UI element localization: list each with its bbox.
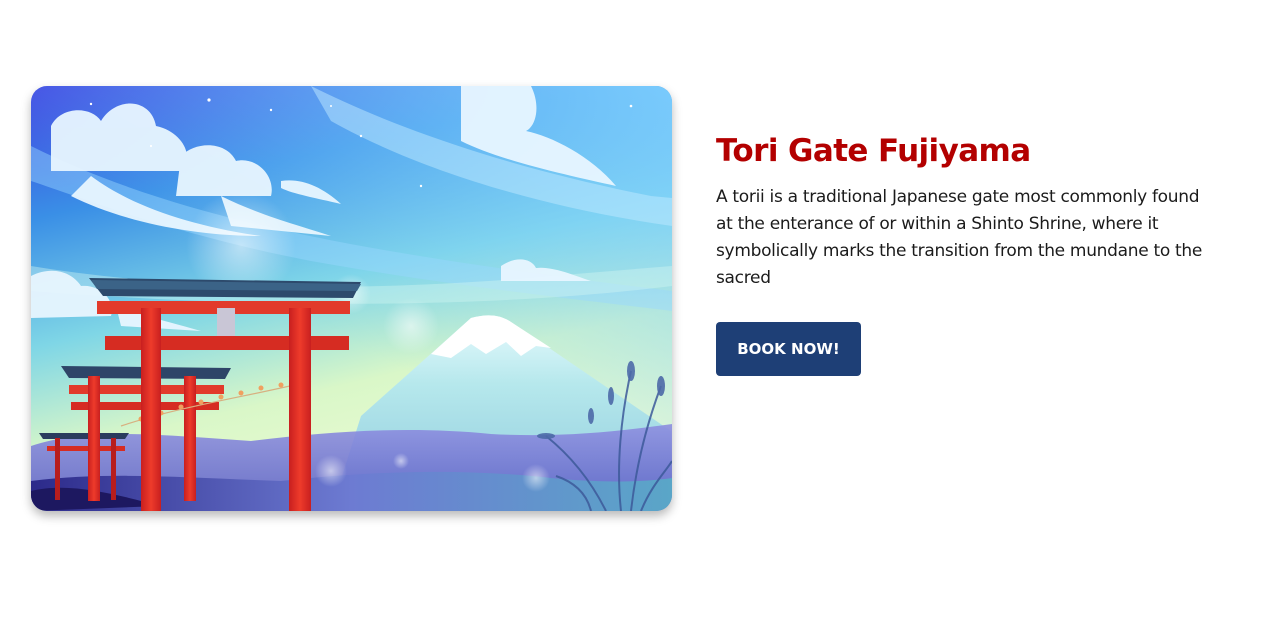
book-now-button[interactable]: BOOK NOW! [716,322,861,376]
card-description: A torii is a traditional Japanese gate m… [716,187,1203,288]
card-title: Tori Gate Fujiyama [716,133,1031,169]
card-image [31,86,672,511]
torii-fuji-illustration [31,86,672,511]
card-content: Tori Gate Fujiyama A torii is a traditio… [716,130,1216,292]
page: Tori Gate Fujiyama A torii is a traditio… [0,0,1278,617]
